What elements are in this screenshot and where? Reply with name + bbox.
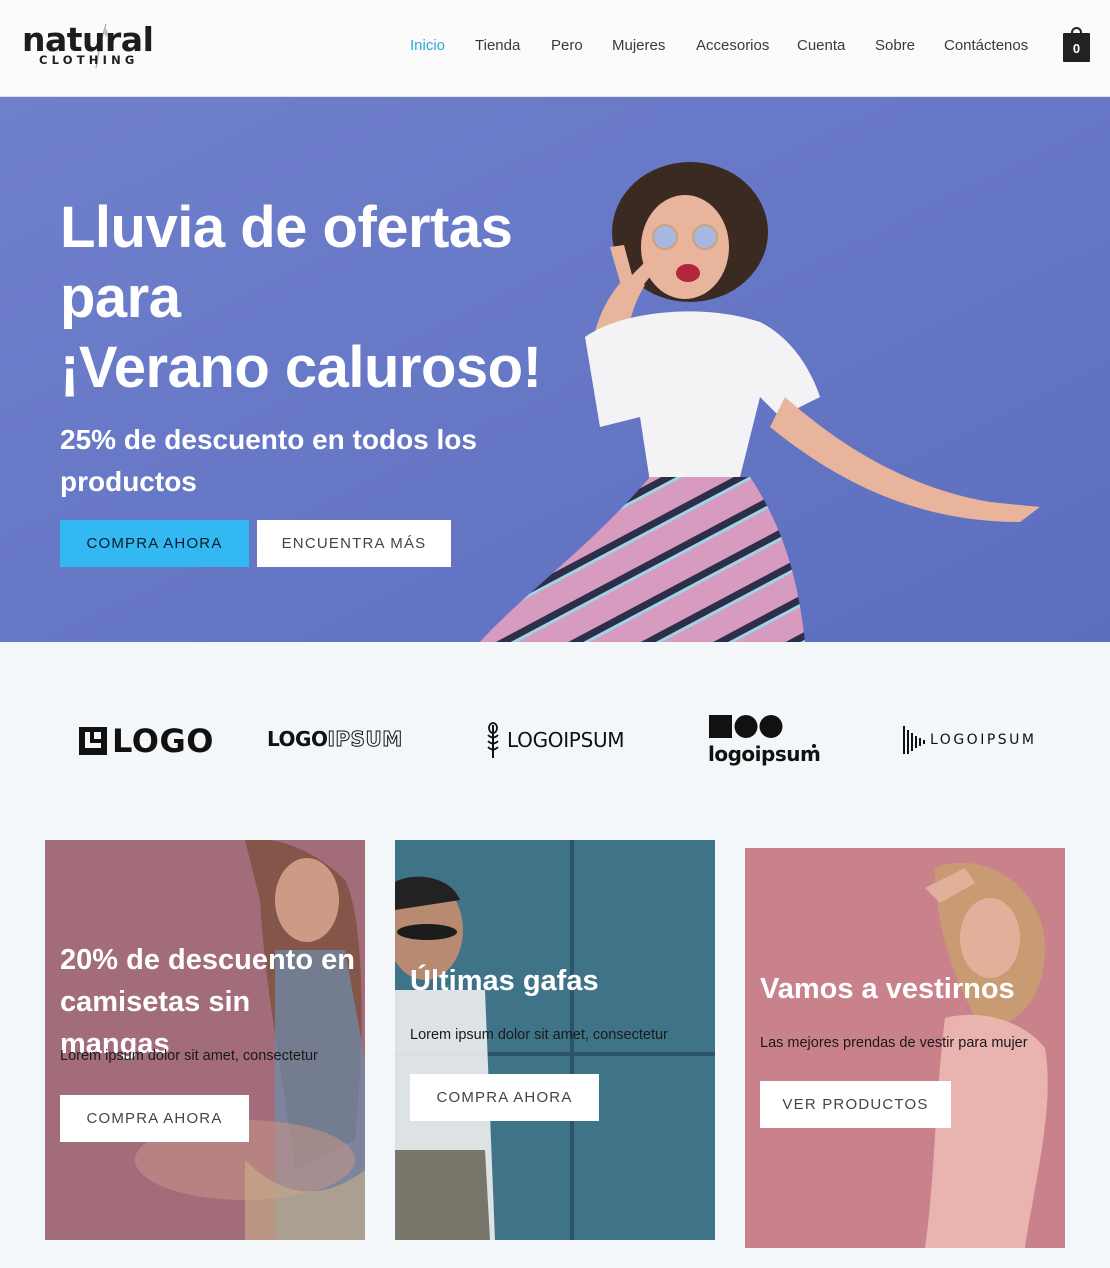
cart-handle: [1071, 27, 1082, 35]
hero-subtitle: 25% de descuento en todos los productos: [60, 424, 477, 497]
brand-logo-4-text: logoipsum: [708, 742, 821, 766]
promo-card-3-products-button[interactable]: VER PRODUCTOS: [760, 1081, 951, 1128]
hero-banner: Lluvia de ofertas para ¡Verano caluroso!…: [0, 97, 1110, 642]
site-header: natural CLOTHING Inicio Tienda Pero Muje…: [0, 0, 1110, 97]
brand-logo-3-text: LOGOIPSUM: [507, 728, 625, 752]
cart-count: 0: [1072, 41, 1081, 56]
nav-item-cuenta[interactable]: Cuenta: [797, 36, 845, 56]
cart-icon[interactable]: 0: [1063, 27, 1090, 62]
shapes-icon: [709, 715, 783, 738]
brand-logo-3[interactable]: LOGOIPSUM: [486, 722, 631, 760]
brand-logo-5[interactable]: LOGOIPSUM: [903, 724, 1043, 756]
nav-item-sobre[interactable]: Sobre: [875, 36, 915, 56]
promo-card-1-shop-button[interactable]: COMPRA AHORA: [60, 1095, 249, 1142]
nav-item-contactenos[interactable]: Contáctenos: [944, 36, 1028, 56]
promo-card-dresses[interactable]: Vamos a vestirnos Las mejores prendas de…: [745, 848, 1065, 1248]
hero-title: Lluvia de ofertas para ¡Verano caluroso!: [60, 193, 580, 403]
nav-item-pero[interactable]: Pero: [551, 36, 583, 56]
nav-item-accesorios[interactable]: Accesorios: [696, 36, 769, 56]
brand-mark-icon: [79, 727, 107, 755]
promo-card-1-text: Lorem ipsum dolor sit amet, consectetur: [60, 1048, 318, 1064]
hero-find-more-button[interactable]: ENCUENTRA MÁS: [257, 520, 451, 567]
main-nav: Inicio Tienda Pero Mujeres Accesorios Cu…: [0, 36, 1110, 58]
promo-card-tank-tops[interactable]: 20% de descuento en camisetas sin mangas…: [45, 840, 365, 1240]
brand-logo-1[interactable]: LOGO: [79, 722, 213, 760]
wheat-icon: [487, 722, 499, 758]
brand-logo-2-bold: LOGO: [267, 727, 328, 751]
promo-card-2-title: Últimas gafas: [410, 965, 599, 997]
brand-logo-2[interactable]: LOGOIPSUM: [267, 726, 432, 752]
hero-title-line-2: para: [60, 265, 181, 330]
promo-card-3-title: Vamos a vestirnos: [760, 973, 1015, 1005]
brand-logo-5-text: LOGOIPSUM: [930, 732, 1037, 748]
soundwave-icon: [903, 726, 925, 754]
brand-logos-strip: LOGO LOGOIPSUM LOGOIPSUM logoipsum LOGOI…: [0, 642, 1110, 840]
brand-logo-2-outline: IPSUM: [327, 727, 403, 752]
promo-card-3-text: Las mejores prendas de vestir para mujer: [760, 1035, 1028, 1051]
promo-card-sunglasses[interactable]: Últimas gafas Lorem ipsum dolor sit amet…: [395, 840, 715, 1240]
promo-card-2-text: Lorem ipsum dolor sit amet, consectetur: [410, 1027, 668, 1043]
nav-item-tienda[interactable]: Tienda: [475, 36, 520, 56]
promo-card-2-shop-button[interactable]: COMPRA AHORA: [410, 1074, 599, 1121]
brand-logo-4[interactable]: logoipsum: [708, 714, 823, 770]
hero-title-line-1: Lluvia de ofertas: [60, 195, 513, 260]
hero-shop-now-button[interactable]: COMPRA AHORA: [60, 520, 249, 567]
nav-item-mujeres[interactable]: Mujeres: [612, 36, 665, 56]
hero-title-line-3: ¡Verano caluroso!: [60, 335, 542, 400]
brand-logo-1-text: LOGO: [112, 722, 214, 760]
nav-item-inicio[interactable]: Inicio: [410, 36, 445, 56]
brand-logo-4-dot: [812, 744, 816, 748]
